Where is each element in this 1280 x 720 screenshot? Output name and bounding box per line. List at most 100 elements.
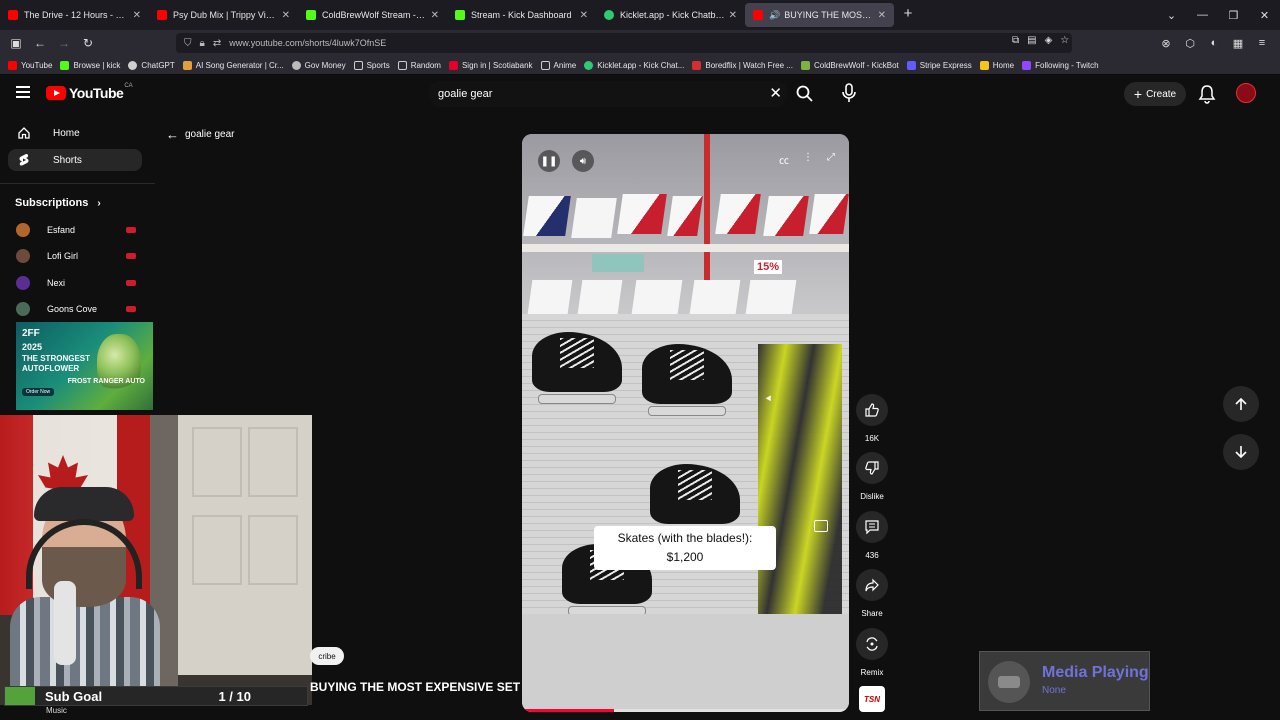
music-label: Music [46,706,67,715]
extension-icon[interactable]: ▦ [1226,37,1250,50]
youtube-logo[interactable]: YouTube CA [46,83,133,101]
subscription-item-nexi[interactable]: Nexi [16,274,136,292]
sidebar-item-home[interactable]: Home [8,122,142,144]
create-button[interactable]: + Create [1124,82,1186,106]
sidebar-item-shorts[interactable]: Shorts [8,149,142,171]
chevron-right-icon: › [97,198,101,209]
channel-avatar [16,302,30,316]
new-tab-button[interactable]: + [898,5,918,25]
microphone-icon[interactable] [839,82,859,104]
speaker-icon[interactable]: 🔊 [769,10,780,21]
comments-button[interactable]: 436 [856,511,888,560]
youtube-icon [8,10,18,20]
fullscreen-icon[interactable]: ⤢ [827,152,835,167]
bookmark-item[interactable]: Following - Twitch [1022,60,1099,70]
browser-tab[interactable]: ColdBrewWolf Stream - Watch L✕ [298,0,447,30]
boredflix-icon [692,60,702,70]
arrow-up-icon [1235,397,1247,410]
hamburger-menu-icon[interactable] [16,86,30,98]
video-progress-bar[interactable] [522,709,849,712]
youtube-icon [753,10,763,20]
subscription-item-goons-cove[interactable]: Goons Cove [16,300,136,318]
puzzle-icon[interactable]: ⬡ [1178,37,1202,50]
kicklet-icon [584,60,594,70]
restore-button[interactable]: ❐ [1218,9,1249,22]
account-avatar[interactable] [1236,83,1256,103]
subscription-item-esfand[interactable]: Esfand [16,221,136,239]
url-text: www.youtube.com/shorts/4luwk7OfnSE [229,38,387,48]
tab-list-icon[interactable]: ⌄ [1156,9,1187,22]
bookmark-item[interactable]: Boredflix | Watch Free ... [692,60,793,70]
bookmark-item[interactable]: Kicklet.app - Kick Chat... [584,60,684,70]
bookmark-item[interactable]: Random [397,60,441,70]
browser-tab[interactable]: Stream - Kick Dashboard ✕ [447,0,596,30]
back-icon[interactable]: ← [28,36,52,50]
pause-icon[interactable]: ❚❚ [538,150,560,172]
close-icon[interactable]: ✕ [431,10,439,21]
permissions-icon[interactable]: ⇄ [213,38,221,49]
clear-search-icon[interactable]: ✕ [769,84,782,102]
search-input[interactable]: goalie gear ✕ [428,81,788,107]
search-icon[interactable] [795,84,815,104]
shield-extension-icon[interactable]: ◈ [1045,35,1053,46]
toolbar-extensions: ⊗ ⬡ ◐ ▦ ≡ [1154,30,1274,56]
bookmark-item[interactable]: Sports [353,60,390,70]
bookmarks-bar: YouTube Browse | kick ChatGPT AI Song Ge… [0,56,1280,75]
subscription-item-lofi-girl[interactable]: Lofi Girl [16,247,136,265]
browser-tab[interactable]: Psy Dub Mix | Trippy Visuals + E✕ [149,0,298,30]
back-to-search-button[interactable]: ← goalie gear [166,127,234,142]
next-short-button[interactable] [1223,434,1259,470]
forward-icon[interactable]: → [52,36,76,50]
sub-goal-bar: Sub Goal 1 / 10 [4,686,308,706]
browser-tab[interactable]: Kicklet.app - Kick Chatbot and L✕ [596,0,745,30]
captions-icon[interactable]: ㏄ [779,152,789,167]
sponsored-ad-banner[interactable]: 2FF 2025 THE STRONGEST AUTOFLOWER FROST … [16,322,153,410]
bookmark-item[interactable]: Gov Money [291,60,346,70]
share-button[interactable]: Share [856,569,888,618]
bookmark-item[interactable]: Sign in | Scotiabank [448,60,533,70]
close-window-button[interactable]: ✕ [1249,9,1280,22]
screenshot-icon[interactable]: ⧉ [1012,35,1019,46]
picture-in-picture-icon[interactable] [814,520,828,532]
close-icon[interactable]: ✕ [878,10,886,21]
bookmark-item[interactable]: ChatGPT [128,60,175,70]
url-bar[interactable]: ⛉ 🔒︎ ⇄ www.youtube.com/shorts/4luwk7OfnS… [176,33,1072,53]
subscriptions-heading[interactable]: Subscriptions › [15,197,101,209]
close-icon[interactable]: ✕ [580,10,588,21]
bookmark-item[interactable]: Stripe Express [906,60,972,70]
browser-tab-active[interactable]: 🔊BUYING THE MOST EXPENS✕ [745,3,894,27]
bookmark-item[interactable]: Anime [540,60,576,70]
volume-icon[interactable]: 🔊︎ [572,150,594,172]
bookmark-item[interactable]: Browse | kick [60,60,120,70]
bookmark-star-icon[interactable]: ☆ [1060,35,1069,46]
reader-icon[interactable]: ▤ [1027,35,1036,46]
extension-icon[interactable]: ⊗ [1154,37,1178,50]
remix-button[interactable]: Remix [856,628,888,677]
live-indicator-icon [126,227,136,233]
close-icon[interactable]: ✕ [729,10,737,21]
reload-icon[interactable]: ↻ [76,36,100,50]
close-icon[interactable]: ✕ [282,10,290,21]
browser-tab[interactable]: The Drive - 12 Hours - 4K Ultra✕ [0,0,149,30]
minimize-button[interactable]: — [1187,9,1218,21]
subscribe-button[interactable]: cribe [310,647,344,665]
sidebar-toggle-icon[interactable]: ▣ [4,36,28,50]
close-icon[interactable]: ✕ [133,10,141,21]
bookmark-item[interactable]: Home [979,60,1014,70]
notifications-bell-icon[interactable] [1198,84,1216,104]
dislike-button[interactable]: Dislike [856,452,888,501]
shield-icon[interactable]: ⛉ [184,38,192,49]
lock-icon[interactable]: 🔒︎ [200,38,205,49]
channel-avatar-tsn[interactable]: TSN [859,686,885,712]
media-playing-widget: Media Playing None [979,651,1150,711]
extension-icon[interactable]: ◐ [1202,37,1226,49]
like-button[interactable]: 16K [856,394,888,443]
window-controls: ⌄ — ❐ ✕ [1156,0,1280,30]
bookmark-item[interactable]: AI Song Generator | Cr... [182,60,284,70]
shorts-video-player[interactable]: 15% ❚❚ 🔊︎ ㏄ ⋮ ⤢ Skates (with the blades!… [522,134,849,712]
more-options-icon[interactable]: ⋮ [803,152,813,167]
menu-icon[interactable]: ≡ [1250,37,1274,49]
bookmark-item[interactable]: YouTube [8,60,52,70]
bookmark-item[interactable]: ColdBrewWolf - KickBot [800,60,899,70]
previous-short-button[interactable] [1223,386,1259,422]
